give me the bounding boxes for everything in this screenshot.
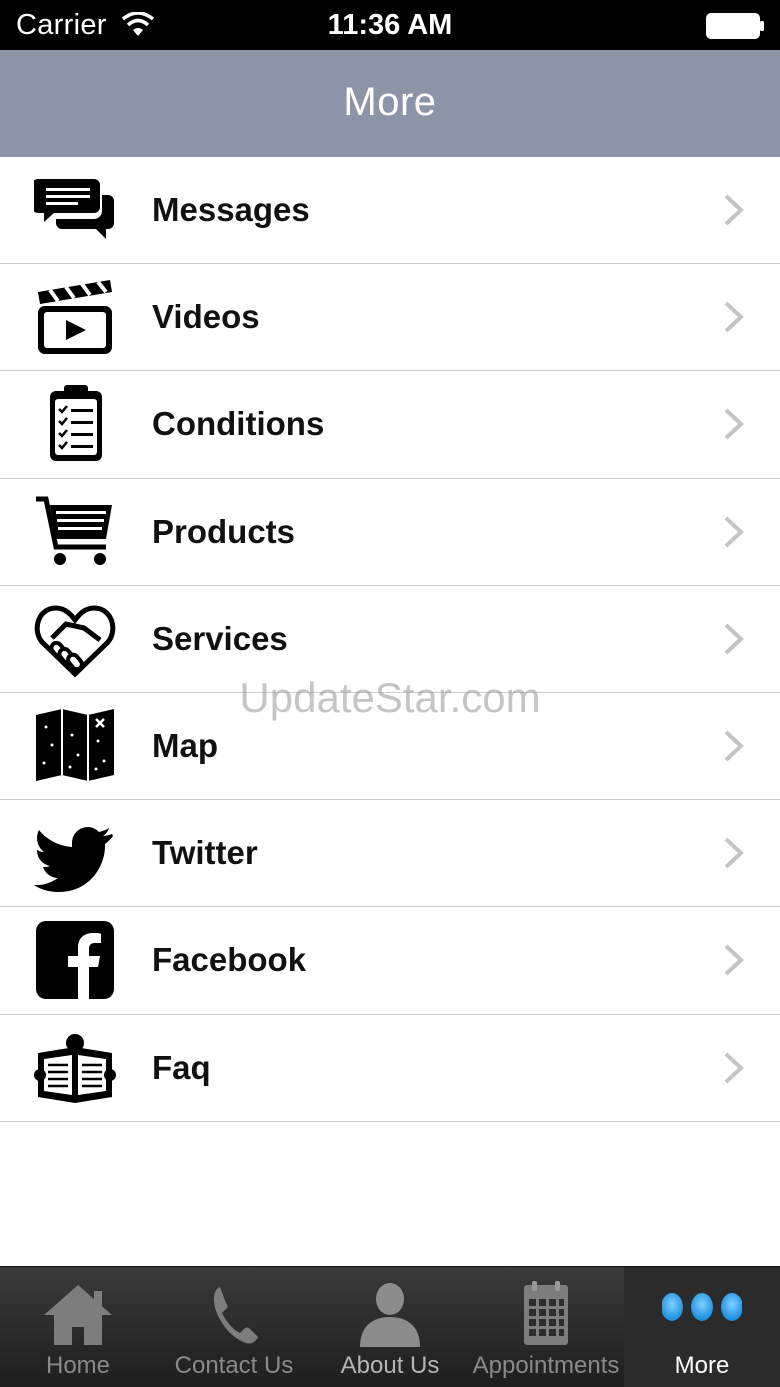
menu-item-label: Services <box>152 619 288 657</box>
home-icon <box>44 1285 112 1345</box>
handshake-heart-icon <box>34 598 116 680</box>
cart-icon <box>34 491 116 573</box>
menu-item-label: Map <box>152 727 218 765</box>
more-dots-icon <box>662 1293 742 1321</box>
menu-item-facebook[interactable]: Facebook <box>0 907 780 1015</box>
chevron-right-icon <box>724 409 744 440</box>
tab-bar: Home Contact Us About Us Appointments Mo… <box>0 1266 780 1387</box>
tab-about-us[interactable]: About Us <box>312 1267 468 1387</box>
menu-item-products[interactable]: Products <box>0 478 780 586</box>
menu-item-faq[interactable]: Faq <box>0 1014 780 1122</box>
chevron-right-icon <box>724 837 744 869</box>
chevron-right-icon <box>724 944 744 976</box>
page-title: More <box>343 80 437 124</box>
status-bar: Carrier 11:36 AM <box>0 0 780 50</box>
menu-item-messages[interactable]: Messages <box>0 157 780 265</box>
newspaper-icon <box>34 1027 116 1109</box>
tab-label: About Us <box>340 1352 440 1379</box>
battery-icon <box>706 13 764 39</box>
menu-item-label: Products <box>152 512 296 550</box>
menu-item-label: Facebook <box>152 941 307 979</box>
menu-item-services[interactable]: Services <box>0 585 780 693</box>
menu-item-twitter[interactable]: Twitter <box>0 800 780 908</box>
menu-item-label: Faq <box>152 1048 211 1086</box>
tab-contact-us[interactable]: Contact Us <box>156 1267 312 1387</box>
clapperboard-icon <box>34 276 116 358</box>
tab-appointments[interactable]: Appointments <box>468 1267 624 1387</box>
tab-home[interactable]: Home <box>0 1267 156 1387</box>
phone-icon <box>213 1287 258 1344</box>
tab-label: Appointments <box>472 1352 620 1379</box>
menu-list: Messages Videos Conditions Products Serv… <box>0 157 780 1122</box>
tab-label: Contact Us <box>174 1352 294 1379</box>
chevron-right-icon <box>724 516 744 548</box>
menu-item-label: Conditions <box>152 405 325 443</box>
menu-item-map[interactable]: Map <box>0 692 780 801</box>
chevron-right-icon <box>724 730 744 762</box>
tab-label: More <box>674 1352 730 1379</box>
chevron-right-icon <box>724 194 744 226</box>
chevron-right-icon <box>724 623 744 655</box>
menu-item-videos[interactable]: Videos <box>0 264 780 372</box>
chevron-right-icon <box>724 301 744 333</box>
tab-label: Home <box>45 1352 111 1379</box>
clipboard-icon <box>34 383 116 465</box>
nav-bar: More <box>0 50 780 157</box>
person-icon <box>360 1283 420 1347</box>
clock-label: 11:36 AM <box>327 9 453 41</box>
calendar-icon <box>524 1281 568 1345</box>
menu-item-label: Messages <box>152 191 310 229</box>
facebook-icon <box>34 919 116 1001</box>
menu-item-label: Videos <box>152 298 260 336</box>
map-icon <box>34 705 116 787</box>
tab-more[interactable]: More <box>624 1267 780 1387</box>
chevron-right-icon <box>724 1052 744 1084</box>
twitter-icon <box>34 812 116 894</box>
menu-item-conditions[interactable]: Conditions <box>0 371 780 479</box>
menu-item-label: Twitter <box>152 834 258 872</box>
messages-icon <box>34 169 116 251</box>
